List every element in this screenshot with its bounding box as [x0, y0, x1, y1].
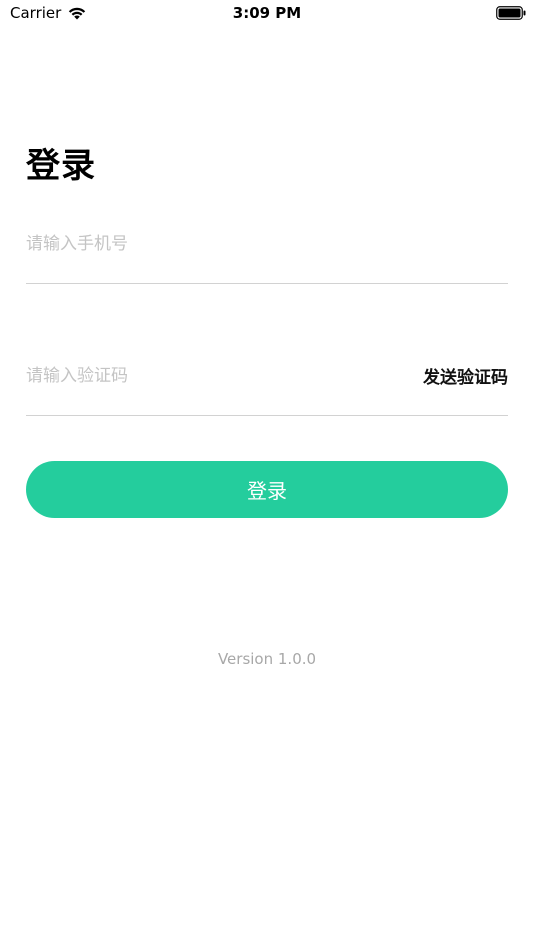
phone-field-row [26, 221, 508, 284]
login-button-label: 登录 [247, 479, 287, 503]
verification-code-input[interactable] [26, 360, 423, 391]
version-label: Version 1.0.0 [217, 650, 317, 668]
battery-icon [496, 6, 526, 20]
status-time: 3:09 PM [232, 4, 302, 22]
login-button[interactable]: 登录 [26, 461, 508, 518]
verification-code-row: 发送验证码 [26, 352, 508, 416]
phone-input[interactable] [26, 229, 508, 259]
send-code-button[interactable]: 发送验证码 [423, 363, 508, 388]
status-bar: Carrier 3:09 PM [0, 0, 534, 30]
page-title: 登录 [26, 146, 96, 186]
